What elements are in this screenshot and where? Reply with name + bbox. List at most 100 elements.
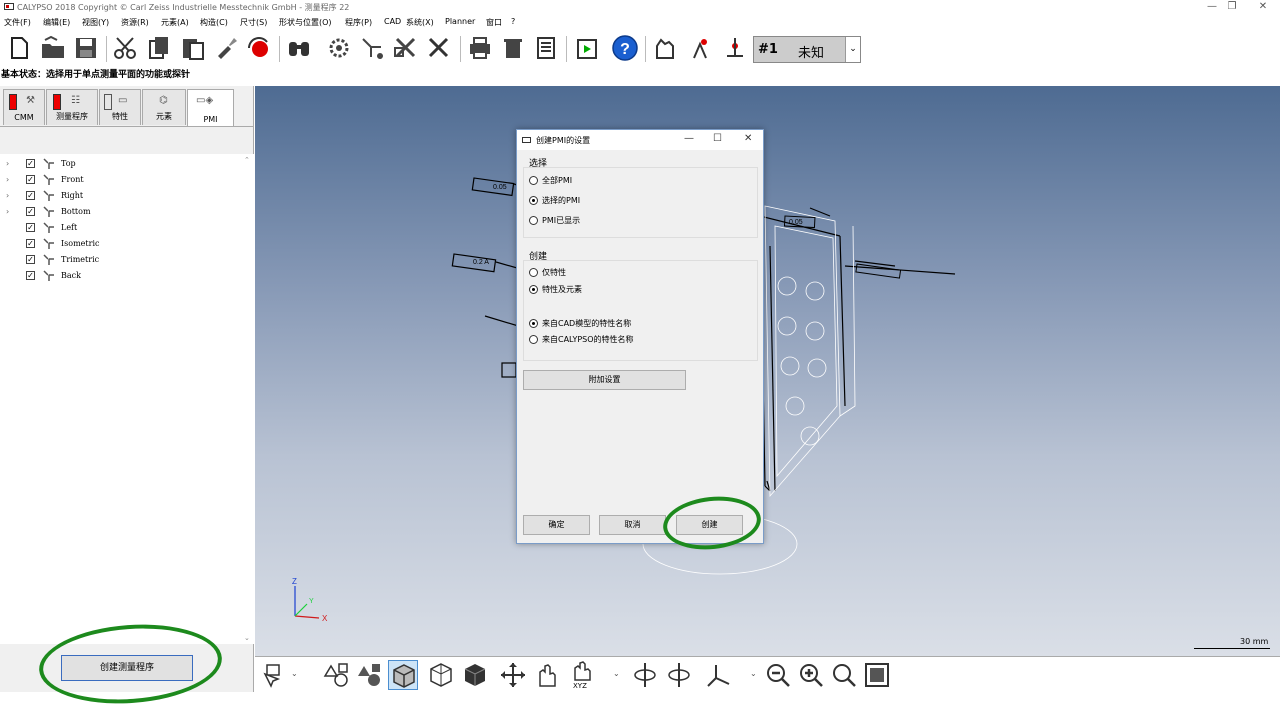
menu-edit[interactable]: 编辑(E)	[43, 17, 70, 28]
ok-button[interactable]: 确定	[523, 515, 590, 535]
radio-button[interactable]	[529, 268, 538, 277]
run-program-icon[interactable]	[573, 34, 601, 62]
tab-characteristics[interactable]: ▭ 特性	[99, 89, 141, 125]
brush-icon[interactable]	[212, 34, 240, 62]
tree-item-isometric[interactable]: ✓ Isometric	[0, 236, 240, 252]
dialog-maximize-button[interactable]: ☐	[713, 133, 722, 144]
expand-icon[interactable]: ›	[6, 191, 9, 200]
tree-item-back[interactable]: ✓ Back	[0, 268, 240, 284]
list-icon[interactable]	[532, 34, 560, 62]
additional-settings-button[interactable]: 附加设置	[523, 370, 686, 390]
menu-view[interactable]: 视图(Y)	[82, 17, 109, 28]
menu-elements[interactable]: 元素(A)	[161, 17, 189, 28]
scroll-down-icon[interactable]: ⌄	[244, 634, 250, 642]
hand-probe-icon[interactable]	[651, 34, 679, 62]
checkbox[interactable]: ✓	[26, 255, 35, 264]
zoom-fit-icon[interactable]	[862, 660, 892, 690]
chevron-down-icon[interactable]: ⌄	[845, 37, 860, 62]
radio-selected-pmi[interactable]: 选择的PMI	[529, 195, 749, 207]
radio-button[interactable]	[529, 335, 538, 344]
cube-wireframe-icon[interactable]	[426, 660, 456, 690]
dialog-close-button[interactable]: ✕	[744, 133, 752, 144]
dialog-minimize-button[interactable]: —	[684, 133, 694, 144]
shape-view-icon[interactable]	[323, 660, 353, 690]
pan-move-icon[interactable]	[498, 660, 528, 690]
copy-icon[interactable]	[145, 34, 173, 62]
rotate-right-icon[interactable]	[664, 660, 694, 690]
tree-item-front[interactable]: › ✓ Front	[0, 172, 240, 188]
tree-item-trimetric[interactable]: ✓ Trimetric	[0, 252, 240, 268]
chevron-down-icon[interactable]: ⌄	[613, 669, 620, 678]
cad-3d-view[interactable]: 0.05 0.2 A 0.05 Z Y X	[255, 86, 1280, 656]
radio-button[interactable]	[529, 319, 538, 328]
menu-system[interactable]: 系统(X)	[406, 17, 434, 28]
tree-item-bottom[interactable]: › ✓ Bottom	[0, 204, 240, 220]
checkbox[interactable]: ✓	[26, 191, 35, 200]
menu-cad[interactable]: CAD	[384, 17, 401, 26]
binoculars-icon[interactable]	[285, 34, 313, 62]
save-icon[interactable]	[72, 34, 100, 62]
wrench-icon[interactable]	[425, 34, 453, 62]
radio-button[interactable]	[529, 176, 538, 185]
program-selector[interactable]: #1 未知 ⌄	[753, 36, 861, 63]
cube-shaded-icon[interactable]	[388, 660, 418, 690]
restore-button[interactable]: ❐	[1220, 0, 1244, 14]
cube-solid-icon[interactable]	[460, 660, 490, 690]
probe-settings-icon[interactable]	[325, 34, 353, 62]
open-folder-icon[interactable]	[39, 34, 67, 62]
alignment-icon[interactable]	[686, 34, 714, 62]
chevron-down-icon[interactable]: ⌄	[750, 669, 757, 678]
checkbox[interactable]: ✓	[26, 175, 35, 184]
tab-elements[interactable]: ⌬ 元素	[142, 89, 186, 125]
radio-pmi-displayed[interactable]: PMI已显示	[529, 215, 749, 227]
new-file-icon[interactable]	[5, 34, 33, 62]
help-icon[interactable]: ?	[611, 34, 639, 62]
cut-icon[interactable]	[111, 34, 139, 62]
radio-characteristics-and-elements[interactable]: 特性及元素	[529, 284, 749, 296]
radio-name-from-cad[interactable]: 来自CAD模型的特性名称	[529, 318, 749, 330]
menu-program[interactable]: 程序(P)	[345, 17, 372, 28]
print-icon[interactable]	[466, 34, 494, 62]
shape-solid-icon[interactable]	[356, 660, 386, 690]
delete-icon[interactable]	[499, 34, 527, 62]
radio-button[interactable]	[529, 216, 538, 225]
hand-pan-icon[interactable]	[532, 660, 562, 690]
checkbox[interactable]: ✓	[26, 271, 35, 280]
checkbox[interactable]: ✓	[26, 223, 35, 232]
expand-icon[interactable]: ›	[6, 175, 9, 184]
menu-dimension[interactable]: 尺寸(S)	[240, 17, 267, 28]
coordinate-system-icon[interactable]	[704, 660, 734, 690]
radio-button[interactable]	[529, 285, 538, 294]
menu-form-position[interactable]: 形状与位置(O)	[279, 17, 332, 28]
menu-help[interactable]: ?	[511, 17, 515, 26]
close-button[interactable]: ✕	[1251, 0, 1275, 14]
probe-icon[interactable]	[358, 34, 386, 62]
base-alignment-icon[interactable]	[721, 34, 749, 62]
tools-icon[interactable]	[392, 34, 420, 62]
tree-item-left[interactable]: ✓ Left	[0, 220, 240, 236]
radio-button[interactable]	[529, 196, 538, 205]
menu-file[interactable]: 文件(F)	[4, 17, 31, 28]
scroll-up-icon[interactable]: ⌃	[244, 156, 250, 164]
tree-item-top[interactable]: › ✓ Top	[0, 156, 240, 172]
select-pointer-icon[interactable]	[259, 660, 289, 690]
menu-construct[interactable]: 构造(C)	[200, 17, 228, 28]
radio-characteristics-only[interactable]: 仅特性	[529, 267, 749, 279]
zoom-icon[interactable]	[829, 660, 859, 690]
chevron-down-icon[interactable]: ⌄	[291, 669, 298, 678]
radio-name-from-calypso[interactable]: 来自CALYPSO的特性名称	[529, 334, 749, 346]
checkbox[interactable]: ✓	[26, 159, 35, 168]
menu-resources[interactable]: 资源(R)	[121, 17, 149, 28]
tab-cmm[interactable]: ⚒ CMM	[3, 89, 45, 125]
radio-all-pmi[interactable]: 全部PMI	[529, 175, 749, 187]
zoom-out-icon[interactable]	[763, 660, 793, 690]
checkbox[interactable]: ✓	[26, 239, 35, 248]
menu-planner[interactable]: Planner	[445, 17, 475, 26]
tree-item-right[interactable]: › ✓ Right	[0, 188, 240, 204]
rotate-left-icon[interactable]	[630, 660, 660, 690]
expand-icon[interactable]: ›	[6, 207, 9, 216]
zoom-in-icon[interactable]	[796, 660, 826, 690]
tab-measurement-program[interactable]: ☷ 测量程序	[46, 89, 98, 125]
menu-window[interactable]: 窗口	[486, 17, 502, 28]
undo-icon[interactable]	[245, 34, 273, 62]
